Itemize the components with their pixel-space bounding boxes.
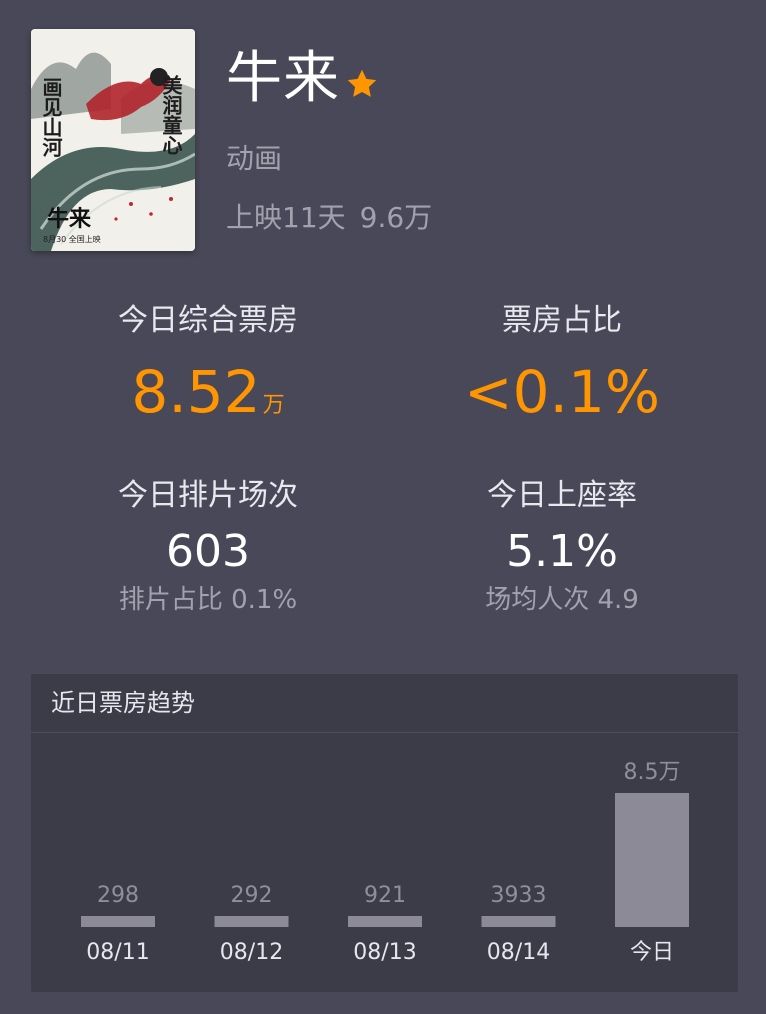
trend-bar [615, 793, 689, 927]
movie-title: 牛来 [226, 46, 340, 111]
star-icon[interactable] [344, 66, 380, 102]
screenings-value: 603 [166, 526, 250, 577]
trend-category-label: 08/12 [220, 940, 283, 965]
screenings-stat: 今日排片场次 603 排片占比 0.1% [28, 478, 388, 616]
box-office-trend-panel: 近日票房趋势 298 08/11 292 08/12 921 08/13 3933 08/14… [31, 674, 738, 992]
trend-bar [481, 916, 556, 927]
avg-attendance: 场均人次 4.9 [485, 585, 639, 615]
today-box-office-unit: 万 [262, 393, 285, 418]
title-row: 牛来 [226, 44, 380, 114]
trend-bar [214, 916, 289, 927]
trend-bar-value-label: 8.5万 [624, 760, 681, 785]
today-box-office-number: 8.52 [131, 358, 261, 426]
screenings-label: 今日排片场次 [118, 478, 298, 513]
screening-share: 排片占比 0.1% [118, 585, 298, 615]
box-share-label: 票房占比 [502, 303, 622, 338]
trend-bar-value-label: 3933 [491, 883, 547, 908]
trend-bar-value-label: 298 [97, 883, 139, 908]
poster-left-text: 画见山河 [39, 77, 63, 157]
trend-category-label: 今日 [630, 940, 674, 965]
occupancy-stat: 今日上座率 5.1% 场均人次 4.9 [382, 478, 742, 616]
today-box-office-stat: 今日综合票房 8.52万 [28, 303, 388, 439]
box-share-stat: 票房占比 <0.1% [382, 303, 742, 425]
poster-right-text: 美润童心 [159, 75, 183, 155]
trend-category-label: 08/11 [86, 940, 149, 965]
trend-bar [348, 916, 422, 927]
trend-bar [81, 916, 155, 927]
total-box-office: 9.6万 [359, 201, 433, 234]
trend-title: 近日票房趋势 [31, 674, 738, 733]
box-share-value: <0.1% [464, 358, 660, 426]
poster-bottom-subtitle: 8月30 全国上映 [43, 235, 101, 244]
trend-bar-value-label: 292 [231, 883, 273, 908]
today-box-office-value: 8.52万 [28, 359, 388, 439]
trend-chart: 298 08/11 292 08/12 921 08/13 3933 08/14 8.5万今日 [81, 760, 689, 965]
release-info: 上映11天 9.6万 [226, 201, 446, 235]
movie-poster[interactable]: 画见山河 美润童心 牛来 8月30 全国上映 [31, 29, 195, 251]
poster-bottom-title: 牛来 [47, 207, 92, 232]
movie-genre: 动画 [226, 142, 283, 175]
trend-category-label: 08/14 [487, 940, 550, 965]
occupancy-value: 5.1% [506, 526, 618, 577]
trend-bar-value-label: 921 [364, 883, 406, 908]
today-box-office-label: 今日综合票房 [118, 303, 298, 338]
occupancy-label: 今日上座率 [487, 478, 637, 513]
release-days: 上映11天 [226, 201, 346, 234]
trend-category-label: 08/13 [353, 940, 416, 965]
